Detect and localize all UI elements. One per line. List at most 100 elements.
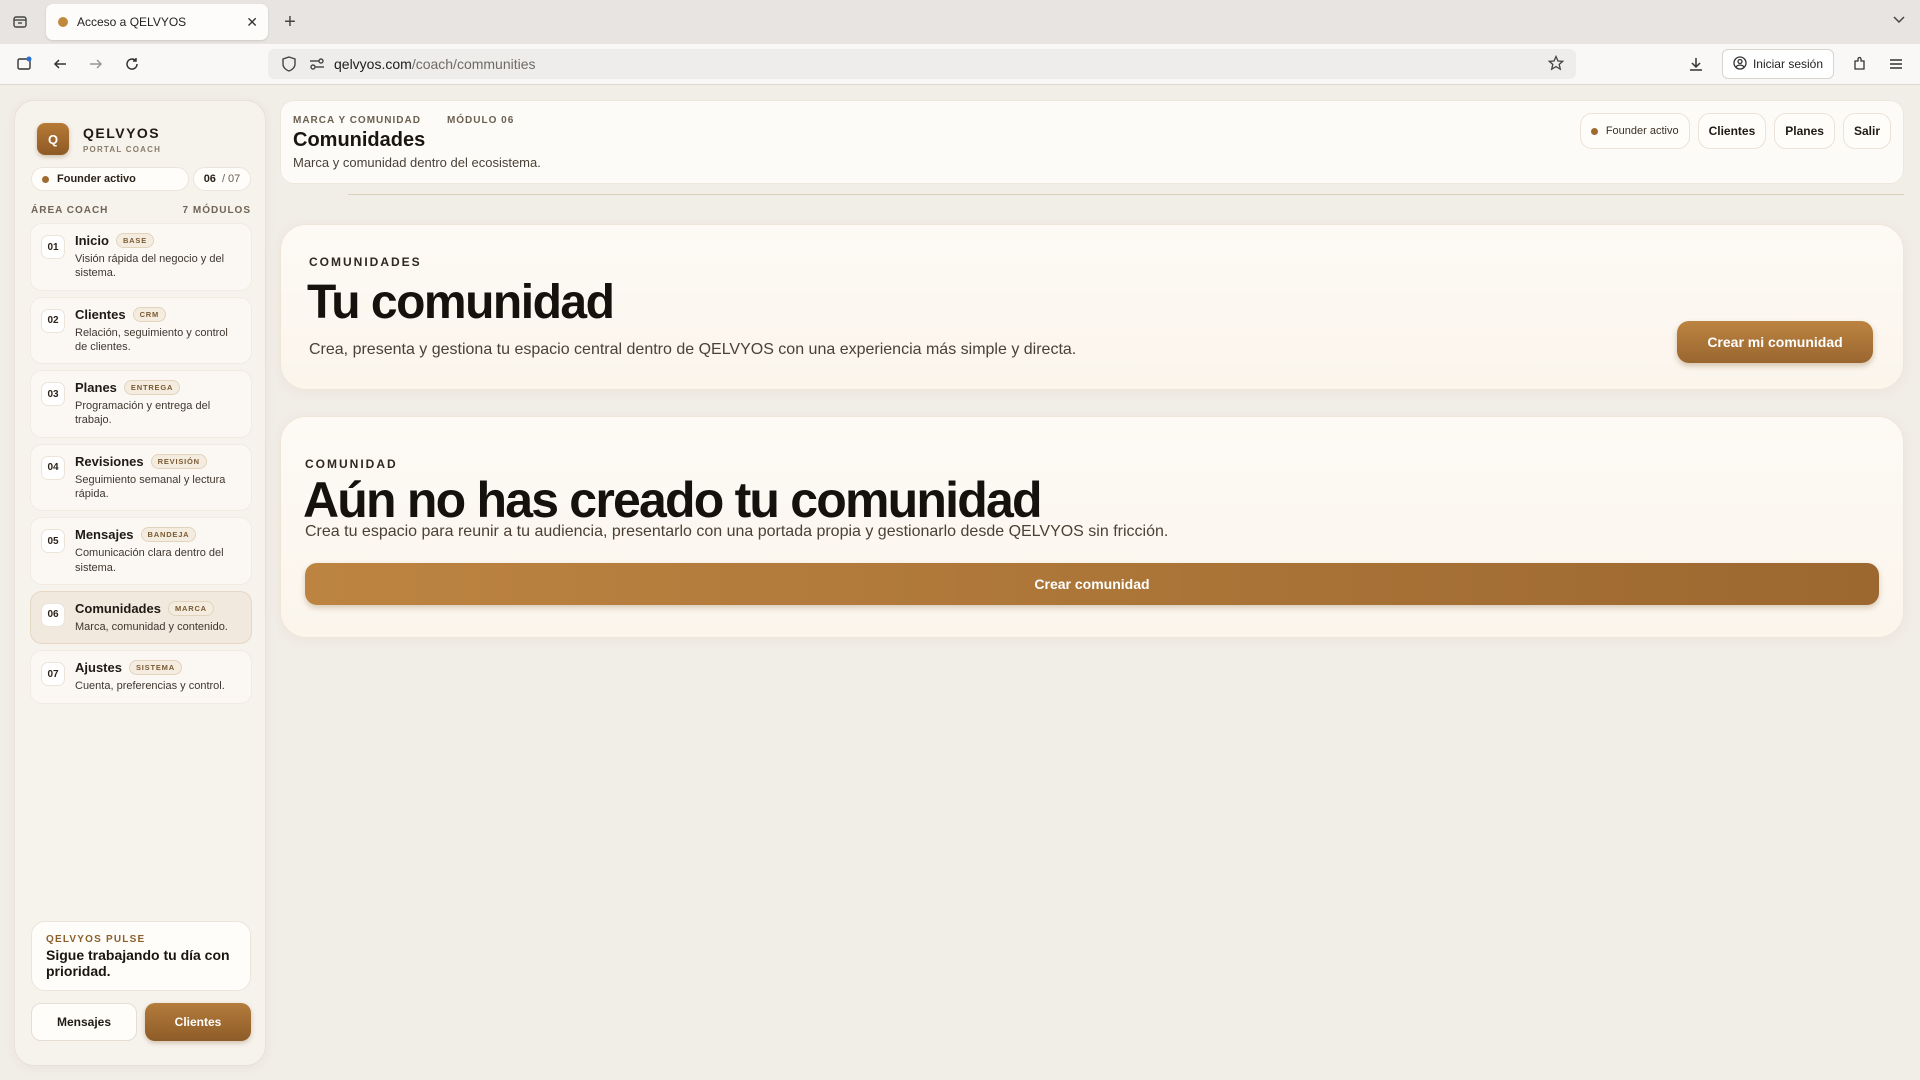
module-badge: CRM xyxy=(132,306,167,322)
tab-list-chevron-icon[interactable] xyxy=(1892,12,1906,28)
signin-label: Iniciar sesión xyxy=(1752,57,1823,71)
pulse-card: QELVYOS PULSE Sigue trabajando tu día co… xyxy=(31,921,251,991)
module-number: 01 xyxy=(41,235,65,259)
browser-tabbar: Acceso a QELVYOS ✕ + xyxy=(0,0,1920,44)
url-bar[interactable]: qelvyos.com/coach/communities xyxy=(268,49,1576,79)
extensions-icon[interactable] xyxy=(1842,49,1878,79)
card-title: Tu comunidad xyxy=(307,276,615,329)
module-badge: BANDEJA xyxy=(140,527,197,543)
sidebar-item-description: Relación, seguimiento y control de clien… xyxy=(75,326,228,353)
breadcrumb-module: MÓDULO 06 xyxy=(446,115,515,126)
header-clients-button[interactable]: Clientes xyxy=(1697,113,1767,149)
brand-name: QELVYOS xyxy=(83,124,161,141)
module-number: 03 xyxy=(41,382,65,407)
browser-toolbar-right: Iniciar sesión xyxy=(1678,49,1920,79)
module-nav: 01 Inicio BASE Visión rápida del negocio… xyxy=(30,223,252,710)
module-badge: MARCA xyxy=(167,600,214,616)
empty-state-description: Crea tu espacio para reunir a tu audienc… xyxy=(305,523,1169,540)
module-badge: SISTEMA xyxy=(128,660,182,676)
sidebar-item-label: Mensajes xyxy=(75,527,134,543)
forward-icon[interactable] xyxy=(78,49,114,79)
page-title: Comunidades xyxy=(293,129,426,151)
module-total: / 07 xyxy=(221,173,241,185)
coach-sidebar: Q QELVYOS PORTAL COACH Founder activo 06… xyxy=(14,100,266,1066)
back-icon[interactable] xyxy=(42,49,78,79)
module-badge: BASE xyxy=(115,233,154,248)
module-number: 07 xyxy=(41,662,65,687)
brand[interactable]: Q QELVYOS PORTAL COACH xyxy=(37,123,161,155)
module-number: 02 xyxy=(41,308,65,333)
area-header: ÁREA COACH 7 MÓDULOS xyxy=(31,205,251,216)
empty-state-title: Aún no has creado tu comunidad xyxy=(303,472,1043,528)
sidebar-item-description: Visión rápida del negocio y del sistema. xyxy=(75,253,225,280)
sidebar-toggle-icon[interactable] xyxy=(6,49,42,79)
signin-button[interactable]: Iniciar sesión xyxy=(1721,49,1834,79)
downloads-icon[interactable] xyxy=(1678,49,1714,79)
status-dot-icon xyxy=(42,175,49,183)
close-tab-icon[interactable]: ✕ xyxy=(246,14,258,31)
sidebar-item-description: Seguimiento semanal y lectura rápida. xyxy=(75,473,226,501)
menu-hamburger-icon[interactable] xyxy=(1878,49,1914,79)
tab-collections-icon[interactable] xyxy=(0,0,40,44)
module-current: 06 xyxy=(203,173,216,185)
card-eyebrow: COMUNIDADES xyxy=(309,255,422,269)
empty-community-card: COMUNIDAD Aún no has creado tu comunidad… xyxy=(280,416,1904,638)
pulse-text: Sigue trabajando tu día con prioridad. xyxy=(46,947,230,980)
create-my-community-button[interactable]: Crear mi comunidad xyxy=(1677,321,1873,363)
shield-icon[interactable] xyxy=(278,56,300,72)
new-tab-icon[interactable]: + xyxy=(272,11,308,34)
sidebar-item-description: Marca, comunidad y contenido. xyxy=(75,620,228,633)
module-number: 06 xyxy=(41,602,65,627)
brand-subtitle: PORTAL COACH xyxy=(83,144,162,154)
sidebar-item-label: Clientes xyxy=(75,306,126,322)
header-divider xyxy=(348,194,1904,195)
brand-logo: Q xyxy=(37,123,69,155)
url-path: /coach/communities xyxy=(411,56,536,72)
breadcrumb-section: MARCA Y COMUNIDAD xyxy=(293,115,421,126)
sidebar-item-label: Revisiones xyxy=(75,453,144,469)
tab-title: Acceso a QELVYOS xyxy=(77,15,187,29)
founder-status-label: Founder activo xyxy=(57,173,136,185)
module-number: 05 xyxy=(41,529,65,554)
page-subtitle: Marca y comunidad dentro del ecosistema. xyxy=(293,155,541,170)
logout-button[interactable]: Salir xyxy=(1842,113,1891,149)
sidebar-item-label: Planes xyxy=(75,380,117,396)
sidebar-item-label: Ajustes xyxy=(75,660,122,676)
area-count: 7 MÓDULOS xyxy=(182,205,251,216)
sidebar-item-description: Cuenta, preferencias y control. xyxy=(75,680,225,693)
sidebar-item-description: Programación y entrega del trabajo. xyxy=(75,400,211,427)
module-counter: 06 / 07 xyxy=(193,167,251,191)
area-label: ÁREA COACH xyxy=(31,205,109,216)
site-favicon-icon xyxy=(58,17,68,27)
card-description: Crea, presenta y gestiona tu espacio cen… xyxy=(309,341,1077,358)
card-eyebrow: COMUNIDAD xyxy=(305,457,398,471)
sidebar-item-clientes[interactable]: 02 Clientes CRM Relación, seguimiento y … xyxy=(30,296,252,365)
sidebar-item-ajustes[interactable]: 07 Ajustes SISTEMA Cuenta, preferencias … xyxy=(30,650,252,704)
sidebar-item-comunidades[interactable]: 06 Comunidades MARCA Marca, comunidad y … xyxy=(30,590,252,645)
clients-button[interactable]: Clientes xyxy=(145,1003,251,1041)
sidebar-item-inicio[interactable]: 01 Inicio BASE Visión rápida del negocio… xyxy=(30,223,252,291)
sidebar-item-label: Comunidades xyxy=(75,600,161,616)
pulse-label: QELVYOS PULSE xyxy=(46,934,146,945)
browser-tab-active[interactable]: Acceso a QELVYOS ✕ xyxy=(46,4,268,40)
sidebar-item-label: Inicio xyxy=(75,233,109,248)
founder-status-badge: Founder activo xyxy=(31,167,189,191)
site-info-icon[interactable] xyxy=(306,57,328,71)
account-icon xyxy=(1733,55,1747,73)
module-number: 04 xyxy=(41,455,65,480)
sidebar-item-revisiones[interactable]: 04 Revisiones REVISIÓN Seguimiento seman… xyxy=(30,443,252,512)
messages-button[interactable]: Mensajes xyxy=(31,1003,137,1041)
community-hero-card: COMUNIDADES Tu comunidad Crea, presenta … xyxy=(280,224,1904,390)
sidebar-item-description: Comunicación clara dentro del sistema. xyxy=(75,547,224,574)
header-plans-button[interactable]: Planes xyxy=(1774,113,1835,149)
breadcrumb: MARCA Y COMUNIDAD MÓDULO 06 xyxy=(293,115,514,126)
module-badge: ENTREGA xyxy=(123,380,181,396)
sidebar-item-planes[interactable]: 03 Planes ENTREGA Programación y entrega… xyxy=(30,370,252,438)
create-community-button[interactable]: Crear comunidad xyxy=(305,563,1879,605)
sidebar-item-mensajes[interactable]: 05 Mensajes BANDEJA Comunicación clara d… xyxy=(30,517,252,585)
founder-status-label: Founder activo xyxy=(1605,125,1679,137)
url-host: qelvyos.com xyxy=(334,56,412,72)
module-badge: REVISIÓN xyxy=(150,453,207,469)
bookmark-star-icon[interactable] xyxy=(1547,54,1565,74)
reload-icon[interactable] xyxy=(114,49,150,79)
